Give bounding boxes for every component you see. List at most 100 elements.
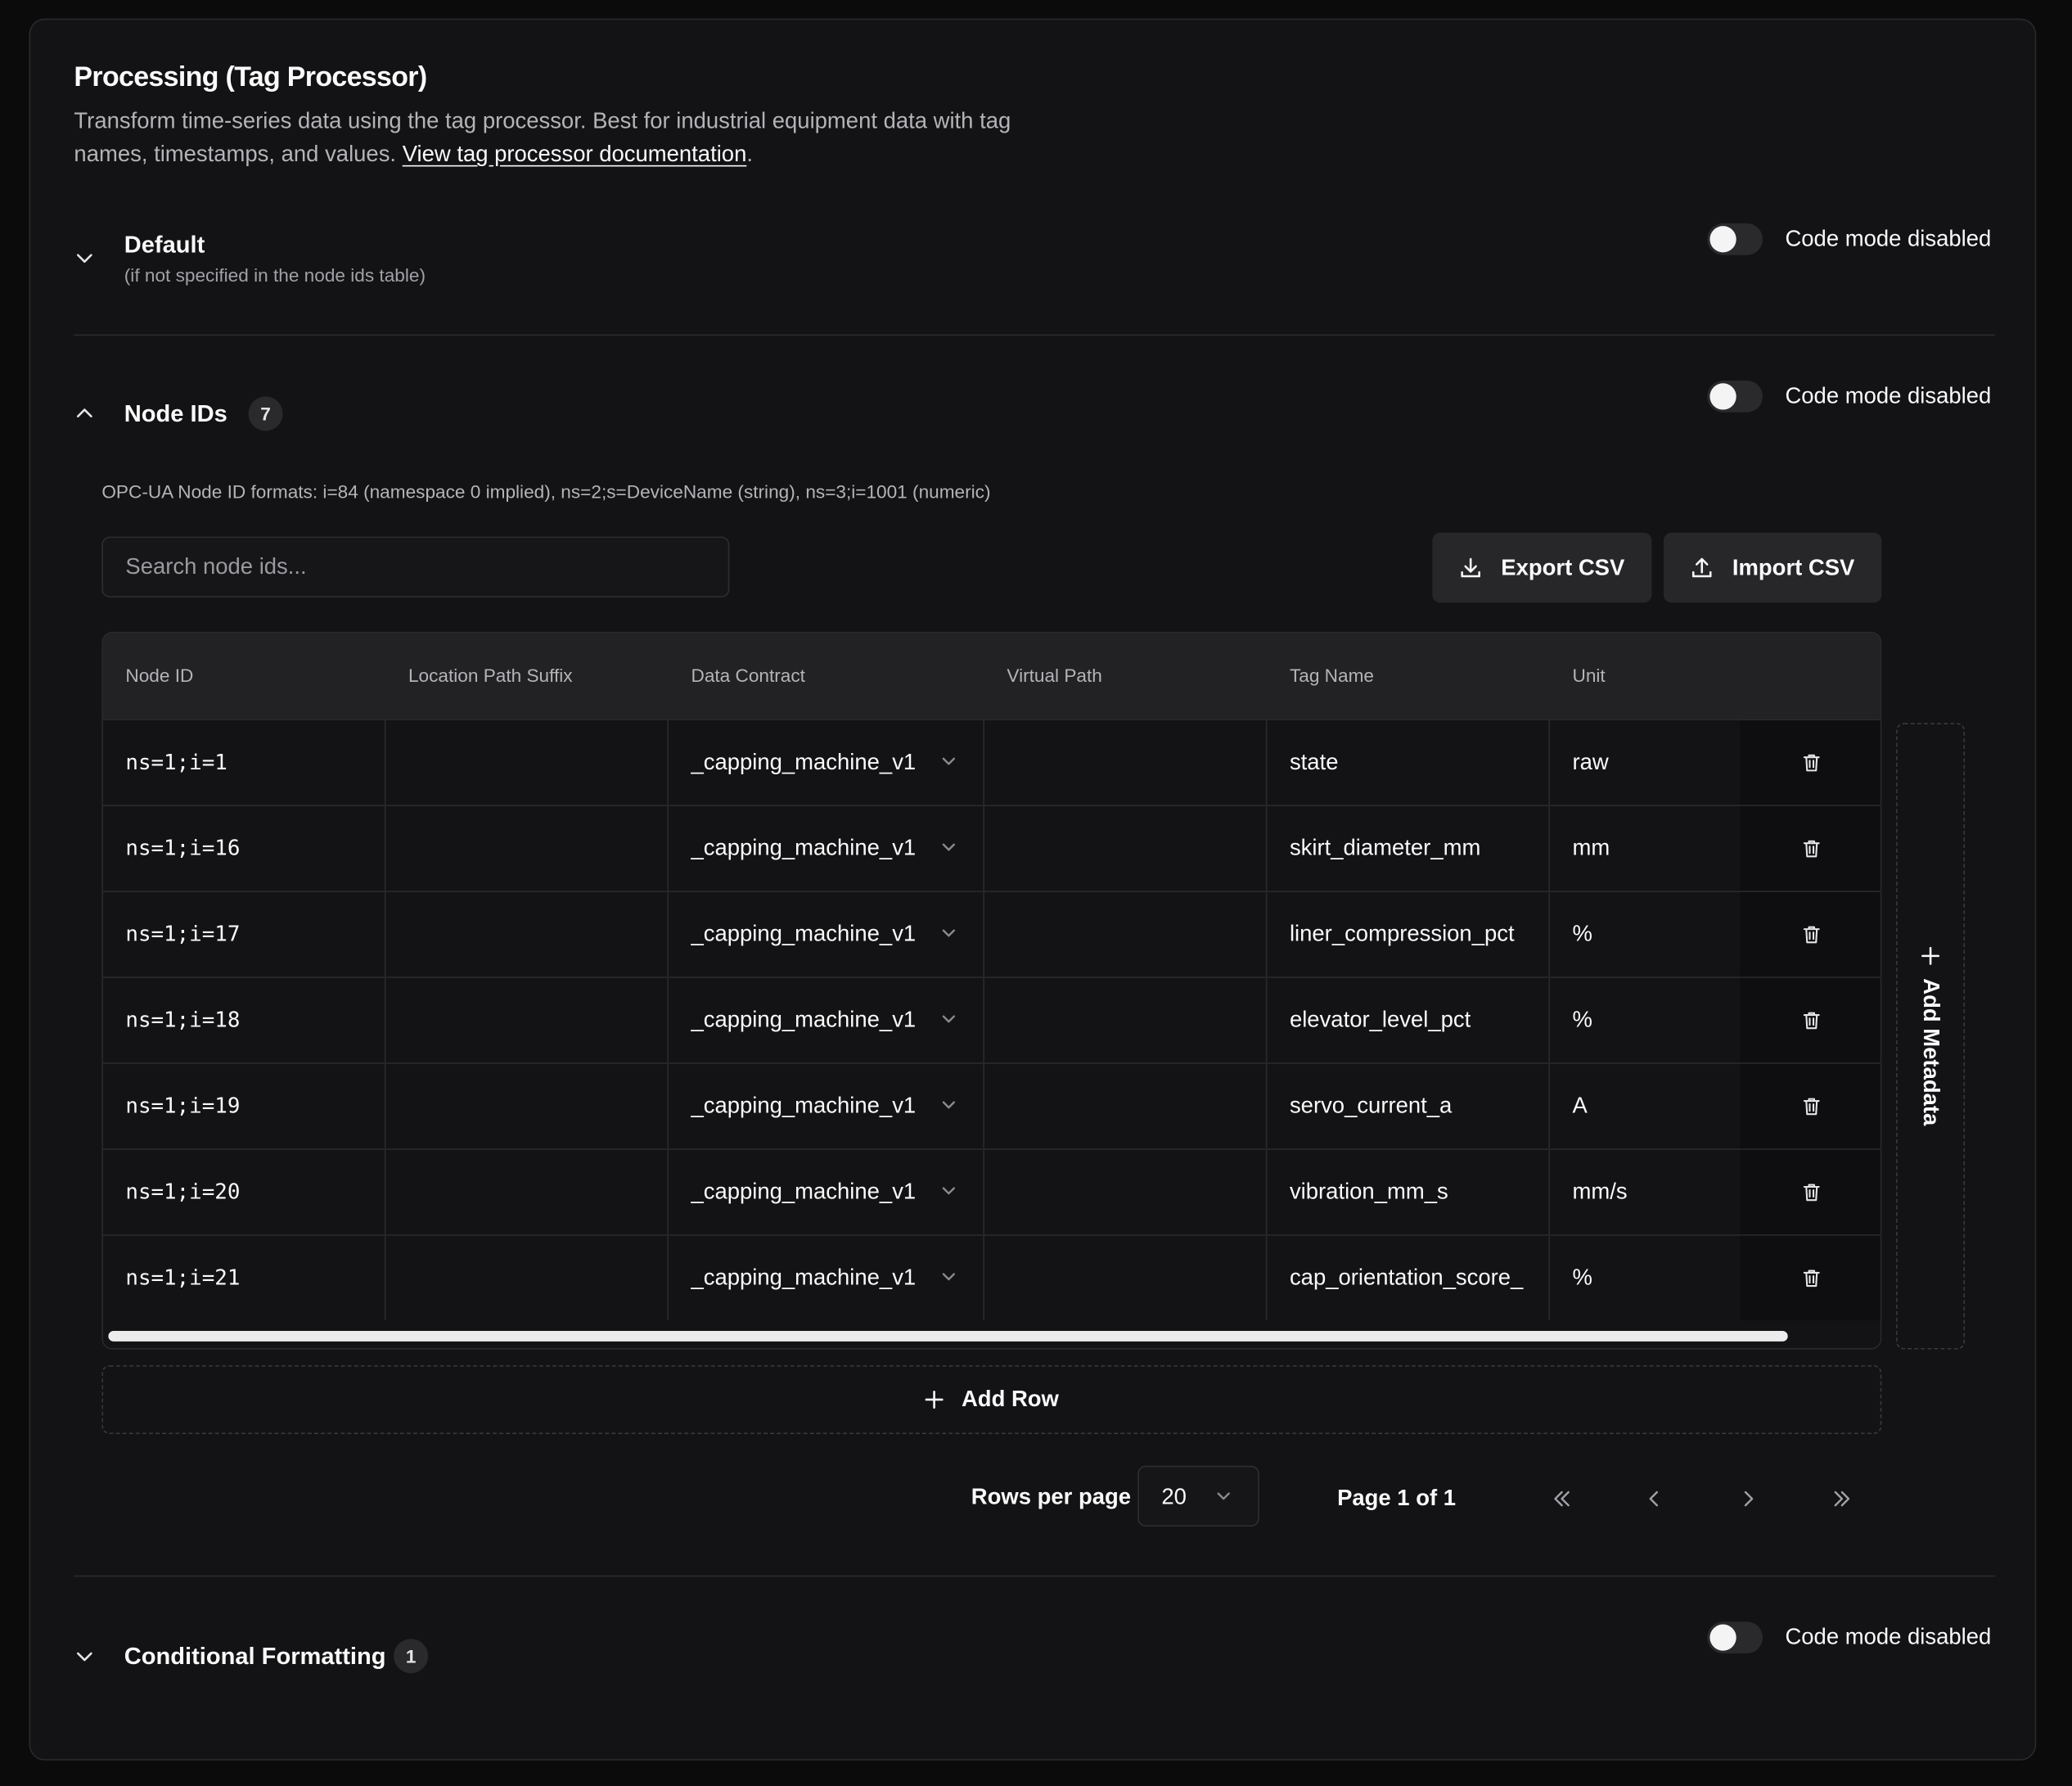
add-metadata-label: Add Metadata [1918, 978, 1944, 1126]
chevron-down-icon[interactable] [939, 1182, 958, 1201]
search-input[interactable] [101, 536, 730, 598]
trash-icon [1803, 840, 1820, 858]
node-id-cell[interactable]: ns=1;i=19 [125, 1064, 376, 1148]
delete-row-button[interactable] [1740, 977, 1881, 1063]
conditional-formatting-collapse-chevron-down-icon[interactable] [74, 1645, 95, 1666]
chevron-down-icon[interactable] [939, 1010, 958, 1029]
chevron-down-icon[interactable] [939, 752, 958, 771]
table-row: ns=1;i=17 _capping_machine_v1 liner_compre… [102, 891, 1881, 977]
table-row: ns=1;i=16 _capping_machine_v1 skirt_diamet… [102, 805, 1881, 891]
tag-processor-card: Processing (Tag Processor) Transform tim… [29, 18, 2037, 1761]
virtual-path-cell[interactable] [984, 1236, 1266, 1320]
cell-divider [1548, 891, 1551, 977]
unit-cell[interactable]: % [1572, 892, 1731, 976]
import-csv-button[interactable]: Import CSV [1663, 532, 1881, 603]
scrollbar-thumb[interactable] [108, 1331, 1788, 1342]
location-path-suffix-cell[interactable] [385, 1150, 667, 1234]
conditional-formatting-section-title[interactable]: Conditional Formatting [124, 1643, 386, 1671]
tag-name-cell[interactable]: liner_compression_pct [1290, 892, 1541, 976]
default-section-title[interactable]: Default [124, 232, 205, 259]
cell-divider [1265, 1063, 1268, 1149]
cell-divider [1265, 720, 1268, 805]
add-metadata-button[interactable]: Add Metadata [1896, 723, 1966, 1350]
data-contract-select[interactable]: _capping_machine_v1 [691, 978, 962, 1062]
chevron-down-icon[interactable] [939, 924, 958, 943]
virtual-path-cell[interactable] [984, 720, 1266, 805]
location-path-suffix-cell[interactable] [385, 892, 667, 976]
unit-cell[interactable]: raw [1572, 720, 1731, 805]
unit-cell[interactable]: % [1572, 978, 1731, 1062]
data-contract-select[interactable]: _capping_machine_v1 [691, 806, 962, 891]
conditional-formatting-code-mode-toggle[interactable] [1707, 1621, 1763, 1653]
download-icon [1461, 557, 1480, 577]
chevron-down-icon[interactable] [939, 838, 958, 857]
default-code-mode-toggle[interactable] [1707, 223, 1763, 255]
column-header-data-contract: Data Contract [691, 665, 805, 687]
virtual-path-cell[interactable] [984, 1064, 1266, 1148]
delete-row-button[interactable] [1740, 720, 1881, 805]
default-collapse-chevron-down-icon[interactable] [74, 247, 95, 268]
node-id-cell[interactable]: ns=1;i=21 [125, 1236, 376, 1320]
virtual-path-cell[interactable] [984, 806, 1266, 891]
cell-divider [1548, 805, 1551, 891]
first-page-button[interactable] [1542, 1479, 1581, 1518]
data-contract-select[interactable]: _capping_machine_v1 [691, 720, 962, 805]
tag-name-cell[interactable]: skirt_diameter_mm [1290, 806, 1541, 891]
node-ids-code-mode-toggle[interactable] [1707, 381, 1763, 413]
node-ids-section-title[interactable]: Node IDs [124, 400, 227, 428]
page-description: Transform time-series data using the tag… [74, 105, 1078, 171]
node-id-cell[interactable]: ns=1;i=18 [125, 978, 376, 1062]
toggle-knob [1709, 1624, 1736, 1651]
tag-name-cell[interactable]: servo_current_a [1290, 1064, 1541, 1148]
delete-row-button[interactable] [1740, 1149, 1881, 1235]
unit-cell[interactable]: mm [1572, 806, 1731, 891]
description-period: . [746, 141, 754, 167]
horizontal-scrollbar[interactable] [102, 1323, 1881, 1348]
rows-per-page-select[interactable]: 20 [1137, 1465, 1259, 1527]
delete-row-button[interactable] [1740, 805, 1881, 891]
data-contract-select[interactable]: _capping_machine_v1 [691, 1236, 962, 1320]
conditional-formatting-code-mode-label: Code mode disabled [1785, 1624, 1992, 1650]
tag-name-cell[interactable]: state [1290, 720, 1541, 805]
data-contract-select[interactable]: _capping_machine_v1 [691, 1150, 962, 1234]
virtual-path-cell[interactable] [984, 1150, 1266, 1234]
node-id-cell[interactable]: ns=1;i=1 [125, 720, 376, 805]
location-path-suffix-cell[interactable] [385, 806, 667, 891]
node-id-cell[interactable]: ns=1;i=20 [125, 1150, 376, 1234]
chevron-right-icon [1744, 1491, 1754, 1507]
cell-divider [667, 1235, 669, 1321]
data-contract-select[interactable]: _capping_machine_v1 [691, 1064, 962, 1148]
column-header-location-path-suffix: Location Path Suffix [408, 665, 573, 687]
rows-per-page-value: 20 [1161, 1484, 1187, 1509]
documentation-link[interactable]: View tag processor documentation [403, 142, 747, 167]
tag-name-cell[interactable]: vibration_mm_s [1290, 1150, 1541, 1234]
unit-cell[interactable]: A [1572, 1064, 1731, 1148]
chevron-down-icon[interactable] [939, 1096, 958, 1115]
location-path-suffix-cell[interactable] [385, 978, 667, 1062]
location-path-suffix-cell[interactable] [385, 1064, 667, 1148]
node-id-cell[interactable]: ns=1;i=17 [125, 892, 376, 976]
node-ids-expand-chevron-up-icon[interactable] [74, 403, 95, 424]
unit-cell[interactable]: % [1572, 1236, 1731, 1320]
next-page-button[interactable] [1728, 1479, 1768, 1518]
tag-name-cell[interactable]: cap_orientation_score_ [1290, 1236, 1541, 1320]
add-row-button[interactable]: Add Row [101, 1364, 1882, 1434]
section-divider [74, 334, 1996, 336]
last-page-button[interactable] [1822, 1479, 1862, 1518]
virtual-path-cell[interactable] [984, 978, 1266, 1062]
tag-name-cell[interactable]: elevator_level_pct [1290, 978, 1541, 1062]
unit-cell[interactable]: mm/s [1572, 1150, 1731, 1234]
delete-row-button[interactable] [1740, 1235, 1881, 1321]
location-path-suffix-cell[interactable] [385, 1236, 667, 1320]
virtual-path-cell[interactable] [984, 892, 1266, 976]
rows-per-page-label: Rows per page [971, 1484, 1132, 1509]
data-contract-select[interactable]: _capping_machine_v1 [691, 892, 962, 976]
delete-row-button[interactable] [1740, 891, 1881, 977]
export-csv-button[interactable]: Export CSV [1432, 532, 1651, 603]
table-header: Node ID Location Path Suffix Data Contra… [102, 633, 1881, 719]
chevron-down-icon[interactable] [939, 1267, 958, 1286]
location-path-suffix-cell[interactable] [385, 720, 667, 805]
delete-row-button[interactable] [1740, 1063, 1881, 1149]
node-id-cell[interactable]: ns=1;i=16 [125, 806, 376, 891]
previous-page-button[interactable] [1634, 1479, 1673, 1518]
